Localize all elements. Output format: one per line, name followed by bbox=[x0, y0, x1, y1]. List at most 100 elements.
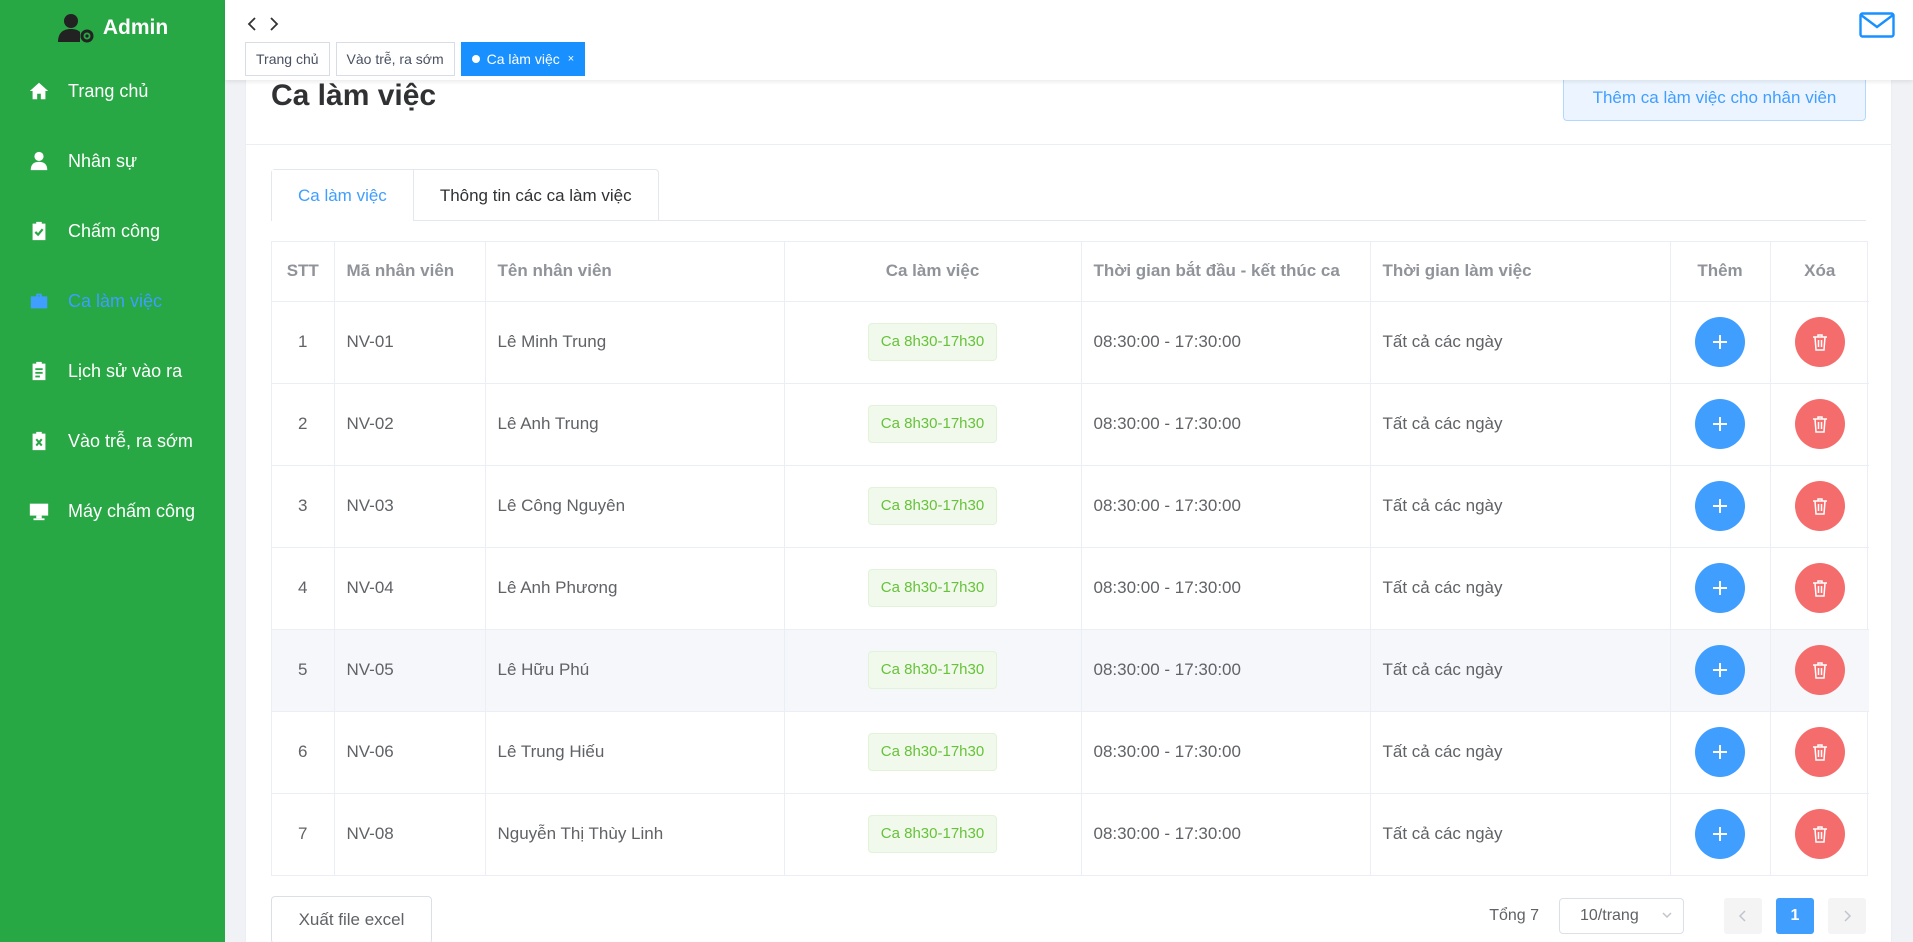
trash-icon bbox=[1812, 826, 1827, 843]
cell-time: 08:30:00 - 17:30:00 bbox=[1081, 383, 1371, 466]
table-header-row: STT Mã nhân viên Tên nhân viên Ca làm vi… bbox=[272, 242, 1869, 302]
cell-shift: Ca 8h30-17h30 bbox=[784, 547, 1082, 630]
delete-button[interactable] bbox=[1794, 317, 1845, 367]
header-thoi-gian-lam-viec: Thời gian làm việc bbox=[1370, 242, 1671, 302]
cell-delete bbox=[1770, 793, 1869, 875]
header-ten-nhan-vien: Tên nhân viên bbox=[485, 242, 785, 302]
shift-tag: Ca 8h30-17h30 bbox=[867, 569, 998, 607]
add-button[interactable] bbox=[1695, 563, 1745, 613]
cell-name: Lê Anh Trung bbox=[485, 383, 785, 466]
cell-delete bbox=[1770, 547, 1869, 630]
cell-add bbox=[1670, 465, 1771, 548]
mail-icon[interactable] bbox=[1859, 12, 1895, 38]
add-button[interactable] bbox=[1695, 727, 1745, 777]
forward-arrow-icon[interactable] bbox=[267, 14, 281, 34]
sidebar-item-lich-su-vao-ra[interactable]: Lịch sử vào ra bbox=[0, 336, 225, 406]
tag-label: Vào trễ, ra sớm bbox=[346, 51, 444, 67]
user-icon bbox=[28, 150, 50, 172]
table-row: 2 NV-02 Lê Anh Trung Ca 8h30-17h30 08:30… bbox=[272, 383, 1869, 466]
trash-icon bbox=[1812, 662, 1827, 679]
table-row: 1 NV-01 Lê Minh Trung Ca 8h30-17h30 08:3… bbox=[272, 301, 1869, 384]
cell-time: 08:30:00 - 17:30:00 bbox=[1081, 711, 1371, 794]
page-size-select[interactable]: 10/trang bbox=[1559, 898, 1684, 934]
delete-button[interactable] bbox=[1794, 645, 1845, 695]
add-button[interactable] bbox=[1695, 481, 1745, 531]
sidebar-item-trang-chu[interactable]: Trang chủ bbox=[0, 56, 225, 126]
add-shift-button[interactable]: Thêm ca làm việc cho nhân viên bbox=[1563, 75, 1866, 121]
tab-ca-lam-viec[interactable]: Ca làm việc bbox=[272, 170, 413, 222]
tag-vao-tre-ra-som[interactable]: Vào trễ, ra sớm bbox=[335, 42, 455, 76]
header-stt: STT bbox=[272, 242, 335, 302]
header-ma-nhan-vien: Mã nhân viên bbox=[334, 242, 486, 302]
shift-tag: Ca 8h30-17h30 bbox=[867, 405, 998, 443]
tag-trang-chu[interactable]: Trang chủ bbox=[245, 42, 330, 76]
delete-button[interactable] bbox=[1794, 399, 1845, 449]
cell-shift: Ca 8h30-17h30 bbox=[784, 793, 1082, 875]
shift-table: STT Mã nhân viên Tên nhân viên Ca làm vi… bbox=[271, 241, 1869, 876]
cell-code: NV-06 bbox=[334, 711, 486, 794]
cell-days: Tất cả các ngày bbox=[1370, 301, 1671, 384]
sidebar-item-label: Lịch sử vào ra bbox=[68, 360, 183, 381]
page-size-value: 10/trang bbox=[1580, 907, 1639, 924]
prev-page-button[interactable] bbox=[1724, 898, 1762, 934]
add-button[interactable] bbox=[1695, 399, 1745, 449]
cell-code: NV-05 bbox=[334, 629, 486, 712]
cell-name: Lê Hữu Phú bbox=[485, 629, 785, 712]
chevron-down-icon bbox=[1662, 912, 1672, 919]
tag-ca-lam-viec[interactable]: Ca làm việc × bbox=[460, 42, 586, 76]
sidebar-item-label: Nhân sự bbox=[68, 150, 138, 171]
cell-shift: Ca 8h30-17h30 bbox=[784, 711, 1082, 794]
cell-name: Lê Trung Hiếu bbox=[485, 711, 785, 794]
chevron-right-icon bbox=[1844, 910, 1852, 922]
header-thoi-gian-ca: Thời gian bắt đầu - kết thúc ca bbox=[1081, 242, 1371, 302]
shift-tag: Ca 8h30-17h30 bbox=[867, 815, 998, 854]
cell-stt: 2 bbox=[272, 383, 335, 466]
add-button[interactable] bbox=[1695, 809, 1745, 860]
delete-button[interactable] bbox=[1794, 809, 1845, 860]
tab-thong-tin-ca-lam-viec[interactable]: Thông tin các ca làm việc bbox=[412, 170, 658, 221]
cell-stt: 4 bbox=[272, 547, 335, 630]
cell-shift: Ca 8h30-17h30 bbox=[784, 301, 1082, 384]
clipboard-check-icon bbox=[28, 220, 50, 242]
briefcase-icon bbox=[28, 290, 50, 312]
cell-code: NV-08 bbox=[334, 793, 486, 875]
cell-add bbox=[1670, 793, 1771, 875]
brand-label: Admin bbox=[102, 16, 169, 39]
export-excel-button[interactable]: Xuất file excel bbox=[271, 896, 432, 942]
trash-icon bbox=[1812, 580, 1827, 597]
pagination: Tổng 7 10/trang 1 bbox=[1489, 898, 1866, 934]
cell-stt: 5 bbox=[272, 629, 335, 712]
next-page-button[interactable] bbox=[1828, 898, 1866, 934]
cell-code: NV-03 bbox=[334, 465, 486, 548]
sidebar-item-vao-tre-ra-som[interactable]: Vào trễ, ra sớm bbox=[0, 406, 225, 476]
add-button[interactable] bbox=[1695, 317, 1745, 367]
delete-button[interactable] bbox=[1794, 727, 1845, 777]
add-button[interactable] bbox=[1695, 645, 1745, 695]
cell-time: 08:30:00 - 17:30:00 bbox=[1081, 629, 1371, 712]
tab-list: Ca làm việc Thông tin các ca làm việc bbox=[271, 169, 659, 222]
page-number-button[interactable]: 1 bbox=[1776, 898, 1814, 934]
cell-code: NV-02 bbox=[334, 383, 486, 466]
tags-view: Trang chủ Vào trễ, ra sớm Ca làm việc × bbox=[245, 42, 586, 76]
tag-label: Ca làm việc bbox=[486, 51, 560, 67]
sidebar-item-nhan-su[interactable]: Nhân sự bbox=[0, 126, 225, 196]
cell-add bbox=[1670, 629, 1771, 712]
delete-button[interactable] bbox=[1794, 481, 1845, 531]
cell-delete bbox=[1770, 465, 1869, 548]
main-card: Ca làm việc Thêm ca làm việc cho nhân vi… bbox=[245, 74, 1892, 942]
sidebar-item-cham-cong[interactable]: Chấm công bbox=[0, 196, 225, 266]
shift-tag: Ca 8h30-17h30 bbox=[867, 487, 998, 525]
cell-stt: 1 bbox=[272, 301, 335, 384]
cell-stt: 6 bbox=[272, 711, 335, 794]
close-icon[interactable]: × bbox=[568, 43, 574, 75]
table-row: 5 NV-05 Lê Hữu Phú Ca 8h30-17h30 08:30:0… bbox=[272, 629, 1869, 712]
cell-name: Lê Anh Phương bbox=[485, 547, 785, 630]
delete-button[interactable] bbox=[1794, 563, 1845, 613]
brand[interactable]: Admin bbox=[0, 0, 225, 56]
trash-icon bbox=[1812, 416, 1827, 433]
back-arrow-icon[interactable] bbox=[245, 14, 259, 34]
cell-code: NV-01 bbox=[334, 301, 486, 384]
sidebar-item-may-cham-cong[interactable]: Máy chấm công bbox=[0, 476, 225, 546]
sidebar-item-ca-lam-viec[interactable]: Ca làm việc bbox=[0, 266, 225, 336]
table-row: 7 NV-08 Nguyễn Thị Thùy Linh Ca 8h30-17h… bbox=[272, 793, 1869, 875]
